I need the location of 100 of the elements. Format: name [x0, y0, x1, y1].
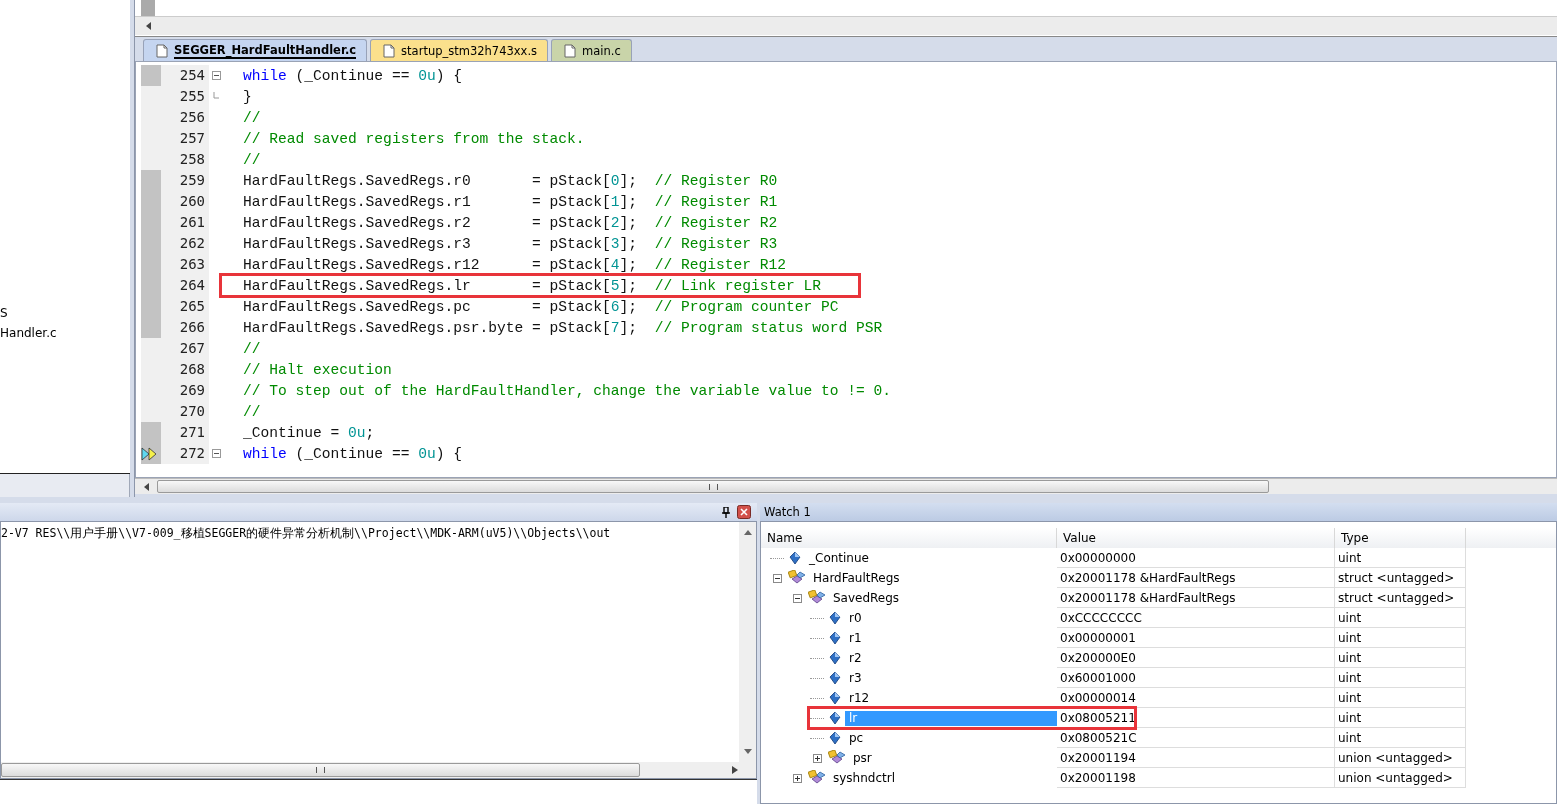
tree-item[interactable]: S [0, 303, 8, 323]
column-header[interactable]: Value [1057, 528, 1335, 548]
variable-name[interactable]: HardFaultRegs [809, 568, 904, 588]
value-cell: 0x20001198 [1057, 768, 1335, 788]
variable-name[interactable]: syshndctrl [829, 768, 899, 788]
line-number: 272 [161, 443, 209, 464]
value-cell: 0xCCCCCCCC [1057, 608, 1335, 628]
value-cell: 0x00000000 [1057, 548, 1335, 568]
fold-end-icon [213, 91, 219, 102]
line-number: 259 [161, 170, 209, 191]
line-number: 264 [161, 275, 209, 296]
collapse-icon[interactable] [792, 593, 802, 603]
left-arrow-icon[interactable] [143, 482, 151, 491]
code-line: // Halt execution [243, 360, 392, 379]
column-header[interactable]: Type [1335, 528, 1466, 548]
file-tab[interactable]: startup_stm32h743xx.s [370, 39, 549, 61]
diamond-icon [828, 671, 842, 685]
variable-name[interactable]: r1 [845, 628, 866, 648]
value-cell: 0x00000014 [1057, 688, 1335, 708]
code-marker [141, 0, 155, 16]
variable-name[interactable]: r12 [845, 688, 874, 708]
diamond-icon [828, 611, 842, 625]
right-arrow-icon[interactable] [732, 766, 738, 774]
type-cell: struct <untagged> [1335, 588, 1466, 608]
value-cell: 0x200000E0 [1057, 648, 1335, 668]
code-line: HardFaultRegs.SavedRegs.r3 = pStack[3]; // Register R3 [243, 234, 778, 253]
file-icon [383, 43, 396, 58]
file-icon [156, 43, 168, 58]
left-arrow-icon[interactable] [145, 22, 153, 30]
variable-name[interactable]: r2 [845, 648, 866, 668]
type-cell: uint [1335, 668, 1466, 688]
diamond-icon [828, 631, 842, 645]
cubes-icon [808, 770, 826, 786]
code-line: } [243, 87, 252, 106]
collapse-icon[interactable] [211, 449, 221, 458]
close-icon[interactable] [737, 505, 751, 519]
value-cell: 0x08005211 [1057, 708, 1335, 728]
line-number: 262 [161, 233, 209, 254]
type-cell: uint [1335, 728, 1466, 748]
down-arrow-icon[interactable] [743, 748, 752, 754]
value-cell: 0x60001000 [1057, 668, 1335, 688]
variable-name[interactable]: r0 [845, 608, 866, 628]
up-arrow-icon[interactable] [743, 530, 752, 536]
code-line: while (_Continue == 0u) { [243, 444, 462, 463]
line-number: 263 [161, 254, 209, 275]
expand-icon[interactable] [812, 753, 822, 763]
file-tab[interactable]: SEGGER_HardFaultHandler.c [143, 39, 368, 61]
type-cell: uint [1335, 648, 1466, 668]
file-icon [564, 43, 577, 58]
code-line: HardFaultRegs.SavedRegs.lr = pStack[5]; // Link register LR [243, 276, 822, 295]
value-cell: 0x00000001 [1057, 628, 1335, 648]
line-number: 271 [161, 422, 209, 443]
pin-icon[interactable] [721, 506, 731, 518]
value-cell: 0x20001178 &HardFaultRegs [1057, 568, 1335, 588]
variable-name[interactable]: _Continue [805, 548, 873, 568]
diamond-icon [828, 711, 842, 725]
line-number: 265 [161, 296, 209, 317]
variable-name[interactable]: pc [845, 728, 868, 748]
line-number: 270 [161, 401, 209, 422]
code-line: HardFaultRegs.SavedRegs.psr.byte = pStack[7]; // Program status word PSR [243, 318, 883, 337]
type-cell: uint [1335, 708, 1466, 728]
code-line: HardFaultRegs.SavedRegs.r0 = pStack[0]; // Register R0 [243, 171, 778, 190]
column-header[interactable]: Name [761, 528, 1057, 548]
scroll-thumb[interactable] [1, 763, 640, 777]
scrollbar[interactable] [135, 16, 1557, 35]
diamond-icon [828, 691, 842, 705]
diamond-icon [828, 731, 842, 745]
line-number: 266 [161, 317, 209, 338]
variable-name[interactable]: psr [849, 748, 876, 768]
output-text: 2-V7 RES\\用户手册\\V7-009_移植SEGGER的硬件异常分析机制\\Project\\MDK-ARM(uV5)\\Objects\\out [1, 525, 612, 542]
scrollbar[interactable] [135, 478, 1557, 494]
scrollbar[interactable] [1, 762, 756, 778]
line-number: 260 [161, 191, 209, 212]
code-line: // [243, 108, 261, 127]
code-line: while (_Continue == 0u) { [243, 66, 462, 85]
code-line: HardFaultRegs.SavedRegs.pc = pStack[6]; // Program counter PC [243, 297, 839, 316]
line-number: 261 [161, 212, 209, 233]
file-tab[interactable]: main.c [551, 39, 632, 61]
variable-name[interactable]: r3 [845, 668, 866, 688]
scroll-thumb[interactable] [157, 480, 1269, 493]
type-cell: union <untagged> [1335, 768, 1466, 788]
collapse-icon[interactable] [211, 71, 221, 80]
code-line: // Read saved registers from the stack. [243, 129, 585, 148]
expand-icon[interactable] [792, 773, 802, 783]
line-number: 254 [161, 65, 209, 86]
cubes-icon [788, 570, 806, 586]
line-number: 255 [161, 86, 209, 107]
collapse-icon[interactable] [772, 573, 782, 583]
type-cell: uint [1335, 628, 1466, 648]
type-cell: uint [1335, 688, 1466, 708]
tree-item[interactable]: Handler.c [0, 323, 57, 343]
variable-name[interactable]: SavedRegs [829, 588, 904, 608]
value-cell: 0x20001194 [1057, 748, 1335, 768]
line-number: 256 [161, 107, 209, 128]
code-line: // To step out of the HardFaultHandler, change the variable value to != 0. [243, 381, 892, 400]
scrollbar[interactable] [739, 522, 756, 762]
type-cell: uint [1335, 548, 1466, 568]
code-line: // [243, 339, 261, 358]
code-line: HardFaultRegs.SavedRegs.r12 = pStack[4]; // Register R12 [243, 255, 786, 274]
diamond-icon [788, 551, 802, 565]
